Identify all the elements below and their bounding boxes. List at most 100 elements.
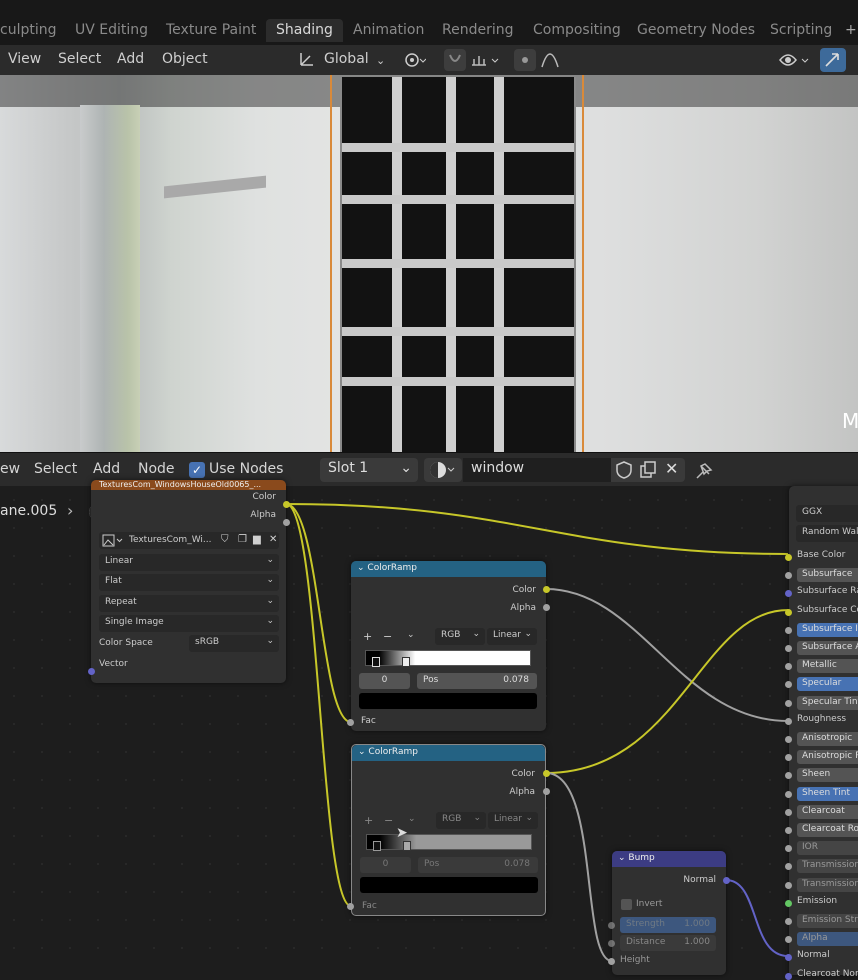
distribution-dropdown[interactable]: GGX xyxy=(796,505,858,522)
principled-input-subsurface-col[interactable]: Subsurface Col xyxy=(797,605,858,615)
principled-input-subsurface-io[interactable]: Subsurface IO xyxy=(797,622,858,637)
output-color-socket[interactable] xyxy=(543,770,550,777)
color-stop-handle[interactable] xyxy=(373,841,381,851)
invert-checkbox[interactable] xyxy=(621,899,632,910)
input-height-socket[interactable] xyxy=(608,958,615,965)
principled-input-subsurface[interactable]: Subsurface xyxy=(797,568,858,583)
principled-input-socket[interactable] xyxy=(785,626,792,634)
principled-input-socket[interactable] xyxy=(785,608,792,616)
principled-input-clearcoat-nor[interactable]: Clearcoat Nor xyxy=(797,969,858,979)
principled-input-ior[interactable]: IOR xyxy=(797,841,858,856)
principled-input-socket[interactable] xyxy=(785,808,792,816)
principled-input-anisotropic-r[interactable]: Anisotropic R xyxy=(797,750,858,765)
tab-scripting[interactable]: Scripting xyxy=(770,22,832,38)
tab-sculpting[interactable]: culpting xyxy=(0,22,57,38)
principled-input-socket[interactable] xyxy=(785,827,792,834)
input-fac-socket[interactable] xyxy=(347,903,354,910)
color-space-dropdown[interactable]: sRGB ⌄ xyxy=(189,635,279,652)
tab-geometry-nodes[interactable]: Geometry Nodes xyxy=(637,22,755,38)
principled-input-socket[interactable] xyxy=(785,899,792,907)
transform-orientation-dropdown[interactable]: Global xyxy=(324,51,369,67)
bump-node-header[interactable]: ⌄ Bump xyxy=(612,851,726,867)
principled-bsdf-node[interactable]: GGX Random Walk Base Color Subsurface Subs… xyxy=(789,486,858,979)
tab-shading[interactable]: Shading xyxy=(266,19,343,42)
principled-input-socket[interactable] xyxy=(785,790,792,798)
stop-pos-field[interactable]: Pos 0.078 xyxy=(418,857,538,873)
principled-input-socket[interactable] xyxy=(785,645,792,652)
stop-index-field[interactable]: 0 xyxy=(359,673,410,689)
projection-dropdown[interactable]: Flat ⌄ xyxy=(99,574,279,591)
principled-input-socket[interactable] xyxy=(785,554,792,561)
principled-input-clearcoat[interactable]: Clearcoat xyxy=(797,804,858,819)
menu-select[interactable]: Select xyxy=(58,51,101,67)
colorramp-1-header[interactable]: ⌄ ColorRamp xyxy=(351,561,546,577)
output-alpha-socket[interactable] xyxy=(283,519,290,526)
principled-input-transmission[interactable]: Transmission xyxy=(797,859,858,874)
principled-input-specular[interactable]: Specular xyxy=(797,677,858,692)
open-folder-icon[interactable]: ▆ xyxy=(253,534,261,545)
output-color-socket[interactable] xyxy=(283,501,290,508)
tab-texture-paint[interactable]: Texture Paint xyxy=(166,22,256,38)
color-stop-handle[interactable] xyxy=(372,657,380,667)
gizmo-toggle-icon[interactable] xyxy=(820,48,846,72)
menu-add[interactable]: Add xyxy=(117,51,144,67)
close-icon[interactable]: ✕ xyxy=(269,534,277,545)
ramp-interpolation-dropdown[interactable]: Linear ⌄ xyxy=(487,628,537,645)
tab-compositing[interactable]: Compositing xyxy=(533,22,621,38)
material-browse-button[interactable] xyxy=(424,458,462,482)
stop-pos-field[interactable]: Pos 0.078 xyxy=(417,673,537,689)
color-ramp-gradient[interactable] xyxy=(365,650,531,667)
add-stop-icon[interactable]: + xyxy=(363,630,372,643)
chevron-down-icon[interactable]: ⌄ xyxy=(376,54,385,67)
principled-input-roughness[interactable]: Roughness xyxy=(797,714,858,724)
principled-input-transmission[interactable]: Transmission xyxy=(797,877,858,892)
node-canvas[interactable]: ane.005 › window TexturesCom_WindowsHous… xyxy=(0,480,858,980)
pivot-point-icon[interactable] xyxy=(404,51,427,73)
tab-uv-editing[interactable]: UV Editing xyxy=(75,22,148,38)
add-workspace-icon[interactable]: + xyxy=(845,22,857,38)
material-name-field[interactable]: window xyxy=(463,458,611,482)
principled-input-sheen[interactable]: Sheen xyxy=(797,768,858,783)
color-mode-dropdown[interactable]: RGB ⌄ xyxy=(435,628,485,645)
output-alpha-socket[interactable] xyxy=(543,604,550,611)
principled-input-socket[interactable] xyxy=(785,717,792,725)
output-normal-socket[interactable] xyxy=(723,877,730,884)
principled-input-base-color[interactable]: Base Color xyxy=(797,550,858,560)
slot-dropdown[interactable]: Slot 1 ⌄ xyxy=(320,458,418,482)
fake-user-shield-icon[interactable] xyxy=(615,461,633,483)
subsurface-method-dropdown[interactable]: Random Walk xyxy=(796,525,858,542)
output-alpha-socket[interactable] xyxy=(543,788,550,795)
color-stop-handle[interactable] xyxy=(403,841,411,851)
distance-field[interactable]: Distance 1.000 xyxy=(620,935,716,951)
color-mode-dropdown[interactable]: RGB ⌄ xyxy=(436,812,486,829)
principled-input-sheen-tint[interactable]: Sheen Tint xyxy=(797,786,858,801)
output-color-socket[interactable] xyxy=(543,586,550,593)
menu-add[interactable]: Add xyxy=(93,461,120,477)
image-texture-node[interactable]: TexturesCom_WindowsHouseOld0065_... Colo… xyxy=(91,480,286,683)
strength-field[interactable]: Strength 1.000 xyxy=(620,917,716,933)
visibility-eye-icon[interactable] xyxy=(778,51,810,73)
colorramp-node-1[interactable]: ⌄ ColorRamp Color Alpha + − ⌄ RGB ⌄ Linea… xyxy=(351,561,546,731)
stop-index-field[interactable]: 0 xyxy=(360,857,411,873)
pin-icon[interactable] xyxy=(694,461,714,485)
image-browse-icon[interactable] xyxy=(102,534,124,550)
principled-input-clearcoat-rou[interactable]: Clearcoat Rou xyxy=(797,823,858,837)
add-stop-icon[interactable]: + xyxy=(364,814,373,827)
principled-input-specular-tint[interactable]: Specular Tint xyxy=(797,695,858,710)
menu-view[interactable]: View xyxy=(8,51,41,67)
unlink-close-icon[interactable]: ✕ xyxy=(665,459,678,478)
principled-input-emission[interactable]: Emission xyxy=(797,896,858,906)
snap-icon[interactable] xyxy=(444,49,466,71)
bump-node[interactable]: ⌄ Bump Normal Invert Strength 1.000 Dista… xyxy=(612,851,726,975)
duplicate-icon[interactable] xyxy=(639,461,657,483)
principled-input-normal[interactable]: Normal xyxy=(797,950,858,960)
principled-input-emission-str[interactable]: Emission Str xyxy=(797,914,858,928)
color-ramp-gradient[interactable] xyxy=(366,834,532,851)
principled-input-socket[interactable] xyxy=(785,699,792,707)
extension-dropdown[interactable]: Repeat ⌄ xyxy=(99,595,279,612)
menu-view[interactable]: ew xyxy=(0,461,20,477)
snap-target-icon[interactable] xyxy=(470,51,500,73)
source-dropdown[interactable]: Single Image ⌄ xyxy=(99,615,279,632)
principled-input-subsurface-a[interactable]: Subsurface A xyxy=(797,641,858,655)
image-texture-node-header[interactable]: TexturesCom_WindowsHouseOld0065_... xyxy=(91,480,286,490)
